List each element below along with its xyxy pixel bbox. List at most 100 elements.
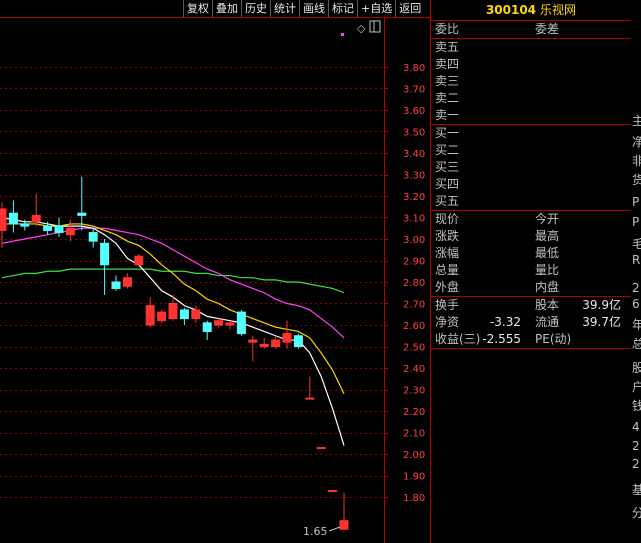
buy-row-3-label: 买四 bbox=[435, 177, 460, 191]
quote-row-4: 外盘 内盘 bbox=[431, 279, 631, 296]
quote-row-1: 涨跌 最高 bbox=[431, 228, 631, 245]
fin-row-1-right-value: 39.7亿 bbox=[582, 315, 621, 329]
fin-row-2-value: -2.555 bbox=[482, 332, 521, 346]
info-char-1: 净 bbox=[632, 135, 641, 149]
buy-row-0-label: 买一 bbox=[435, 126, 460, 140]
quote-row-0-label: 现价 bbox=[435, 212, 460, 226]
candle-10 bbox=[111, 275, 121, 291]
candle-26 bbox=[293, 333, 303, 349]
candle-6 bbox=[65, 219, 75, 242]
price-axis-label-0: 3.80 bbox=[403, 63, 425, 74]
price-axis-label-15: 2.30 bbox=[403, 386, 425, 397]
diamond-icon[interactable]: ◇ bbox=[357, 22, 366, 35]
price-axis-label-3: 3.50 bbox=[403, 128, 425, 139]
sell-row-3: 卖二 bbox=[431, 90, 631, 107]
quote-row-2-label: 涨幅 bbox=[435, 246, 460, 260]
quote-row-3-label: 总量 bbox=[435, 263, 460, 277]
financial-summary: 换手 股本 39.9亿 净资 -3.32 流通 39.7亿 收益(三) -2.555 PE(动) bbox=[431, 296, 631, 348]
buy-orders: 买一 买二 买三 买四 买五 bbox=[431, 124, 631, 210]
candle-7 bbox=[77, 176, 87, 231]
candle-1 bbox=[8, 200, 18, 233]
candle-24 bbox=[271, 335, 281, 349]
info-column: 主净非货PP毛R26年总股户钱422基分 bbox=[631, 0, 641, 543]
buy-row-4-label: 买五 bbox=[435, 194, 460, 208]
sell-row-0-label: 卖五 bbox=[435, 40, 460, 54]
sell-row-4: 卖一 bbox=[431, 107, 631, 124]
price-axis-label-8: 3.00 bbox=[403, 235, 425, 246]
info-char-14: 钱 bbox=[632, 399, 641, 413]
toolbar-button-0[interactable]: 复权 bbox=[183, 0, 212, 17]
candle-20 bbox=[225, 320, 235, 330]
toolbar-button-4[interactable]: 画线 bbox=[299, 0, 328, 17]
fin-row-1-value: -3.32 bbox=[489, 315, 521, 329]
quote-row-2-right: 最低 bbox=[535, 246, 560, 260]
price-axis-label-2: 3.60 bbox=[403, 106, 425, 117]
fin-row-2: 收益(三) -2.555 PE(动) bbox=[431, 331, 631, 348]
stock-name: 乐视网 bbox=[540, 3, 577, 17]
info-char-10: 年 bbox=[632, 318, 641, 332]
fin-row-0-label: 换手 bbox=[435, 298, 460, 312]
info-char-6: 毛 bbox=[632, 237, 641, 251]
info-char-4: P bbox=[632, 195, 640, 209]
price-axis-label-18: 2.00 bbox=[403, 450, 425, 461]
toolbar-button-1[interactable]: 叠加 bbox=[212, 0, 241, 17]
candle-17 bbox=[191, 305, 201, 323]
info-char-18: 基 bbox=[632, 483, 641, 497]
window-icon[interactable] bbox=[369, 20, 381, 33]
ma5-line bbox=[1, 216, 345, 446]
info-char-8: 2 bbox=[632, 281, 640, 295]
stock-code: 300104 bbox=[485, 3, 537, 17]
fin-row-1-right: 流通 bbox=[535, 315, 560, 329]
candle-11 bbox=[122, 273, 132, 289]
price-axis-label-16: 2.20 bbox=[403, 407, 425, 418]
candlestick-chart[interactable]: 3.80 3.70 3.60 3.50 3.40 3.30 3.20 3.10 3.00 2.90… bbox=[0, 0, 431, 543]
info-char-16: 2 bbox=[632, 439, 640, 453]
info-char-0: 主 bbox=[632, 114, 641, 128]
fin-row-0-right-value: 39.9亿 bbox=[582, 298, 621, 312]
toolbar-button-5[interactable]: 标记 bbox=[328, 0, 357, 17]
sell-row-2-label: 卖三 bbox=[435, 74, 460, 88]
quote-row-0: 现价 今开 bbox=[431, 211, 631, 228]
info-char-3: 货 bbox=[632, 173, 641, 187]
info-char-15: 4 bbox=[632, 420, 640, 434]
toolbar-button-6[interactable]: +自选 bbox=[357, 0, 395, 17]
quote-row-4-right: 内盘 bbox=[535, 280, 560, 294]
toolbar-button-7[interactable]: 返回 bbox=[395, 0, 424, 17]
toolbar: 复权 叠加 历史 统计 画线 标记 +自选 返回 bbox=[183, 0, 424, 17]
fin-row-1-label: 净资 bbox=[435, 315, 460, 329]
candle-22 bbox=[248, 335, 258, 362]
price-axis-label-1: 3.70 bbox=[403, 85, 425, 96]
price-axis-label-9: 2.90 bbox=[403, 257, 425, 268]
candle-5 bbox=[54, 217, 64, 237]
toolbar-button-2[interactable]: 历史 bbox=[241, 0, 270, 17]
info-char-11: 总 bbox=[632, 337, 641, 351]
candle-0 bbox=[0, 202, 7, 248]
candle-18 bbox=[202, 320, 212, 341]
buy-row-4: 买五 bbox=[431, 193, 631, 210]
quote-row-0-right: 今开 bbox=[535, 212, 560, 226]
sell-row-0: 卖五 bbox=[431, 39, 631, 56]
price-axis-label-19: 1.90 bbox=[403, 472, 425, 483]
candle-16 bbox=[179, 307, 189, 325]
info-char-5: P bbox=[632, 215, 640, 229]
info-char-17: 2 bbox=[632, 457, 640, 471]
price-axis-label-12: 2.60 bbox=[403, 321, 425, 332]
price-axis-label-10: 2.80 bbox=[403, 278, 425, 289]
toolbar-button-3[interactable]: 统计 bbox=[270, 0, 299, 17]
sell-row-3-label: 卖二 bbox=[435, 91, 460, 105]
price-axis-label-6: 3.20 bbox=[403, 192, 425, 203]
fin-row-2-right: PE(动) bbox=[535, 332, 572, 346]
fin-row-0-right: 股本 bbox=[535, 298, 560, 312]
quote-row-3-right: 量比 bbox=[535, 263, 560, 277]
quote-summary: 现价 今开涨跌 最高 涨幅 最低总量 量比外盘 内盘 bbox=[431, 210, 631, 296]
price-axis-label-13: 2.50 bbox=[403, 343, 425, 354]
quote-panel: 300104 乐视网 委比 委差 卖五 卖四 卖三 卖二 卖一 买一 买二 买三 买四 买五 现价… bbox=[431, 0, 631, 543]
info-char-7: R bbox=[632, 253, 641, 267]
stock-header: 300104 乐视网 bbox=[431, 0, 631, 20]
quote-row-4-label: 外盘 bbox=[435, 280, 460, 294]
quote-row-1-label: 涨跌 bbox=[435, 229, 460, 243]
candle-30 bbox=[339, 492, 349, 530]
low-price-marker: 1.65 bbox=[303, 525, 328, 538]
order-ratio-row: 委比 委差 bbox=[431, 20, 631, 38]
candle-29 bbox=[328, 490, 338, 493]
